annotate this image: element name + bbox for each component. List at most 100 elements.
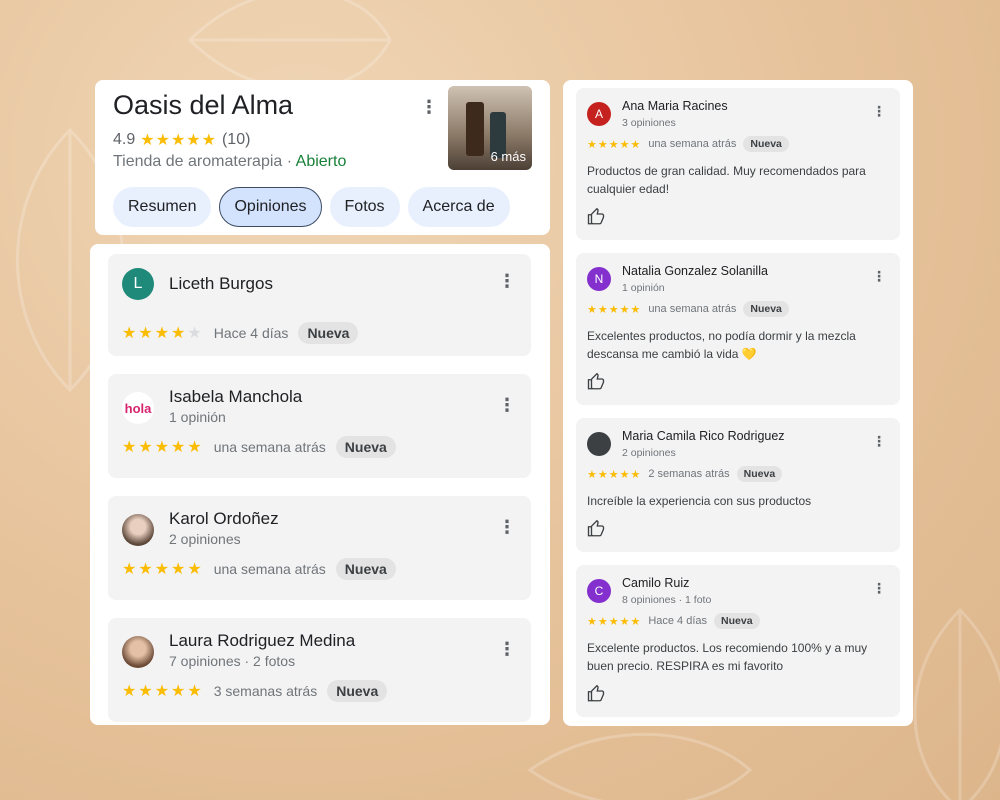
avatar[interactable]: C xyxy=(587,579,611,603)
business-category-line: Tienda de aromaterapia · Abierto xyxy=(113,153,346,171)
review-item: hola Isabela Manchola 1 opinión ⋮ ★★★★★ … xyxy=(108,374,531,478)
more-vert-icon[interactable]: ⋮ xyxy=(420,98,438,116)
review-item: L Liceth Burgos ⋮ ★★★★★ Hace 4 días Nuev… xyxy=(108,254,531,356)
reviewer-name[interactable]: Laura Rodriguez Medina xyxy=(169,631,355,651)
reviewer-stats: 7 opiniones · 2 fotos xyxy=(169,653,296,669)
review-text: Excelentes productos, no podía dormir y … xyxy=(587,329,856,361)
photos-thumbnail[interactable]: 6 más xyxy=(448,86,532,170)
reviewer-name[interactable]: Maria Camila Rico Rodriguez xyxy=(622,429,785,443)
avatar[interactable]: A xyxy=(587,102,611,126)
tab-opiniones[interactable]: Opiniones xyxy=(219,187,322,227)
review-item: Maria Camila Rico Rodriguez 2 opiniones … xyxy=(576,418,900,552)
review-meta: ★★★★★ Hace 4 días Nueva xyxy=(122,322,359,344)
review-item: Karol Ordoñez 2 opiniones ⋮ ★★★★★ una se… xyxy=(108,496,531,600)
review-item: C Camilo Ruiz 8 opiniones · 1 foto ⋮ ★★★… xyxy=(576,565,900,717)
review-stars: ★★★★★ xyxy=(122,439,204,456)
review-meta: ★★★★★ 3 semanas atrás Nueva xyxy=(122,680,388,702)
reviews-list-left: L Liceth Burgos ⋮ ★★★★★ Hace 4 días Nuev… xyxy=(90,244,550,725)
reviewer-stats: 3 opiniones xyxy=(622,117,676,129)
empty-star: ★ xyxy=(187,325,204,342)
new-badge: Nueva xyxy=(714,613,760,629)
review-time: Hace 4 días xyxy=(648,615,708,627)
more-vert-icon[interactable]: ⋮ xyxy=(872,104,886,118)
reviewer-stats: 2 opiniones xyxy=(622,447,676,459)
new-badge: Nueva xyxy=(743,136,789,152)
review-time: Hace 4 días xyxy=(213,325,289,341)
tab-acerca-de[interactable]: Acerca de xyxy=(407,187,510,227)
reviewer-name[interactable]: Liceth Burgos xyxy=(169,274,273,294)
new-badge: Nueva xyxy=(298,322,359,344)
thumbs-up-icon[interactable] xyxy=(587,208,605,226)
review-meta: ★★★★★ una semana atrás Nueva xyxy=(122,436,396,458)
review-time: una semana atrás xyxy=(213,561,326,577)
more-vert-icon[interactable]: ⋮ xyxy=(498,272,516,290)
business-header-card: Oasis del Alma 4.9 ★★★★★ (10) Tienda de … xyxy=(95,80,550,235)
more-vert-icon[interactable]: ⋮ xyxy=(872,581,886,595)
avatar[interactable] xyxy=(122,514,154,546)
business-category: Tienda de aromaterapia xyxy=(113,153,283,170)
review-stars: ★★★★★ xyxy=(122,683,204,700)
review-stars: ★★★★★ xyxy=(587,303,642,316)
rating-summary: 4.9 ★★★★★ (10) xyxy=(113,130,250,150)
rating-stars: ★★★★★ xyxy=(140,132,217,149)
reviewer-name[interactable]: Natalia Gonzalez Solanilla xyxy=(622,264,768,278)
tab-bar: Resumen Opiniones Fotos Acerca de xyxy=(113,187,510,227)
leaf-decoration xyxy=(527,732,753,800)
more-vert-icon[interactable]: ⋮ xyxy=(872,434,886,448)
bottle-image xyxy=(466,102,484,156)
thumbs-up-icon[interactable] xyxy=(587,520,605,538)
new-badge: Nueva xyxy=(335,558,396,580)
reviewer-name[interactable]: Ana Maria Racines xyxy=(622,99,728,113)
reviewer-stats: 8 opiniones · 1 foto xyxy=(622,594,712,606)
reviewer-stats: 1 opinión xyxy=(169,409,226,425)
review-time: una semana atrás xyxy=(648,303,737,315)
review-count[interactable]: (10) xyxy=(222,131,250,149)
avatar[interactable]: hola xyxy=(122,392,154,424)
new-badge: Nueva xyxy=(327,680,388,702)
reviewer-stats: 1 opinión xyxy=(622,282,665,294)
reviewer-name[interactable]: Isabela Manchola xyxy=(169,387,302,407)
new-badge: Nueva xyxy=(736,466,783,482)
review-item: A Ana Maria Racines 3 opiniones ⋮ ★★★★★ … xyxy=(576,88,900,240)
more-vert-icon[interactable]: ⋮ xyxy=(872,269,886,283)
thumbs-up-icon[interactable] xyxy=(587,685,605,703)
more-photos-label: 6 más xyxy=(490,149,526,164)
review-item: Laura Rodriguez Medina 7 opiniones · 2 f… xyxy=(108,618,531,722)
new-badge: Nueva xyxy=(335,436,396,458)
review-stars: ★★★★★ xyxy=(587,468,642,481)
more-vert-icon[interactable]: ⋮ xyxy=(498,640,516,658)
review-text: Productos de gran calidad. Muy recomenda… xyxy=(587,164,866,196)
avatar[interactable]: L xyxy=(122,268,154,300)
business-name: Oasis del Alma xyxy=(113,90,294,120)
avatar[interactable] xyxy=(122,636,154,668)
review-time: 3 semanas atrás xyxy=(213,683,318,699)
review-meta: ★★★★★ Hace 4 días Nueva xyxy=(587,613,760,629)
review-stars: ★★★★★ xyxy=(587,615,642,628)
review-stars: ★★★★★ xyxy=(587,138,642,151)
reviewer-name[interactable]: Camilo Ruiz xyxy=(622,576,689,590)
reviewer-name[interactable]: Karol Ordoñez xyxy=(169,509,279,529)
review-time: una semana atrás xyxy=(648,138,737,150)
review-stars: ★★★★★ xyxy=(122,561,204,578)
review-time: 2 semanas atrás xyxy=(648,468,730,480)
more-vert-icon[interactable]: ⋮ xyxy=(498,518,516,536)
separator: · xyxy=(282,153,296,170)
review-meta: ★★★★★ una semana atrás Nueva xyxy=(122,558,396,580)
avatar[interactable] xyxy=(587,432,611,456)
review-text: Excelente productos. Los recomiendo 100%… xyxy=(587,641,868,673)
reviewer-stats: 2 opiniones xyxy=(169,531,241,547)
more-vert-icon[interactable]: ⋮ xyxy=(498,396,516,414)
avatar[interactable]: N xyxy=(587,267,611,291)
tab-resumen[interactable]: Resumen xyxy=(113,187,212,227)
review-time: una semana atrás xyxy=(213,439,326,455)
tab-fotos[interactable]: Fotos xyxy=(329,187,400,227)
review-meta: ★★★★★ 2 semanas atrás Nueva xyxy=(587,466,783,482)
review-item: N Natalia Gonzalez Solanilla 1 opinión ⋮… xyxy=(576,253,900,405)
thumbs-up-icon[interactable] xyxy=(587,373,605,391)
open-status: Abierto xyxy=(295,153,347,170)
reviews-list-right: A Ana Maria Racines 3 opiniones ⋮ ★★★★★ … xyxy=(563,80,913,726)
review-stars: ★★★★ xyxy=(122,325,188,342)
review-meta: ★★★★★ una semana atrás Nueva xyxy=(587,301,789,317)
review-meta: ★★★★★ una semana atrás Nueva xyxy=(587,136,789,152)
rating-value: 4.9 xyxy=(113,131,136,148)
